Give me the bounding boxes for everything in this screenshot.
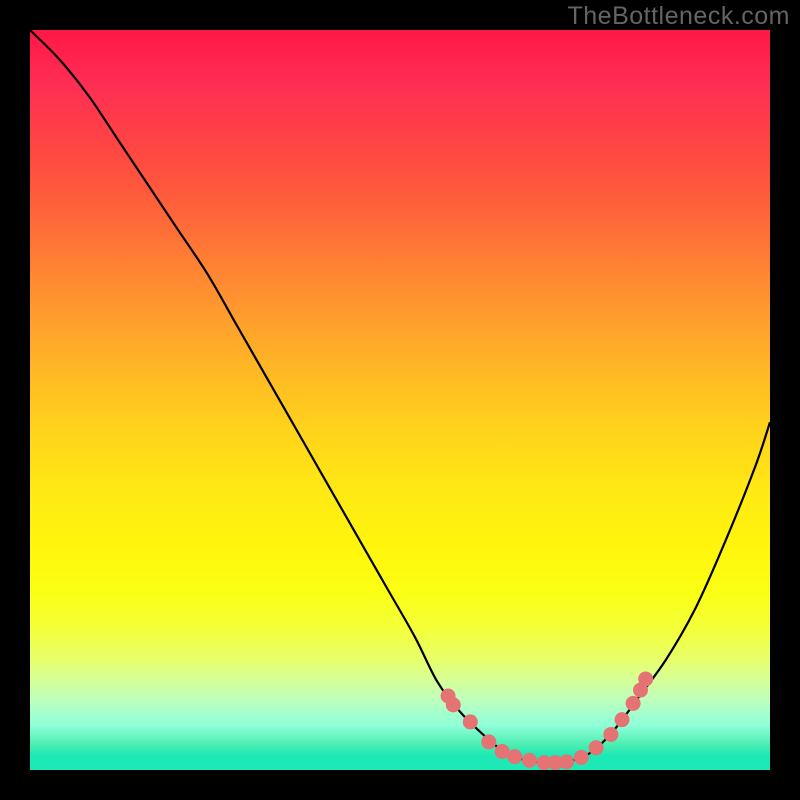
highlight-dot [463, 714, 478, 729]
highlight-dot [559, 754, 574, 769]
highlight-dot [481, 734, 496, 749]
highlight-dot [446, 697, 461, 712]
highlight-dot [626, 696, 641, 711]
highlight-dot [507, 749, 522, 764]
highlight-dot [589, 740, 604, 755]
highlight-dot [603, 727, 618, 742]
plot-area [30, 30, 770, 770]
highlight-dots-layer [30, 30, 770, 770]
highlight-dot [638, 671, 653, 686]
highlight-dot [615, 712, 630, 727]
chart-container: TheBottleneck.com [0, 0, 800, 800]
highlight-dot [574, 750, 589, 765]
watermark-text: TheBottleneck.com [568, 2, 791, 31]
highlight-dot [522, 753, 537, 768]
